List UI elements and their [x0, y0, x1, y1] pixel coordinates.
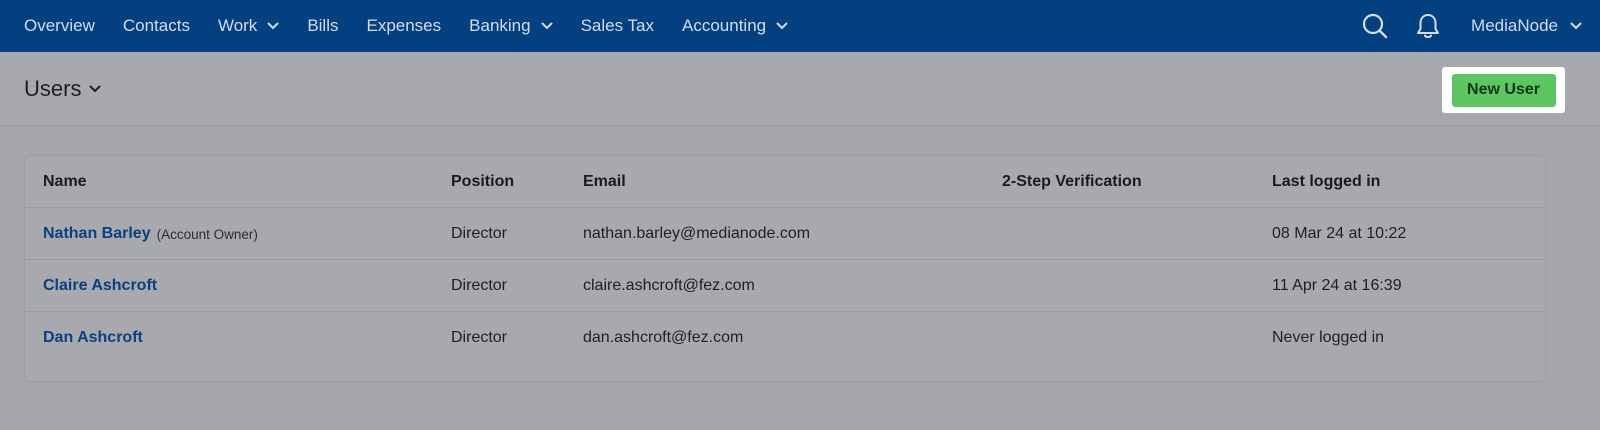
top-navigation: Overview Contacts Work Bills Expenses Ba…	[0, 0, 1600, 52]
user-position: Director	[451, 225, 508, 242]
account-label: MediaNode	[1471, 16, 1558, 35]
nav-item-sales-tax[interactable]: Sales Tax	[581, 16, 654, 36]
user-position: Director	[451, 329, 508, 346]
users-table: Name Position Email 2-Step Verification …	[24, 155, 1546, 382]
nav-item-label: Banking	[469, 16, 531, 35]
user-name-cell: Claire Ashcroft	[43, 260, 157, 312]
column-header-email[interactable]: Email	[583, 156, 626, 208]
column-header-position[interactable]: Position	[451, 156, 514, 208]
column-header-last-logged-in[interactable]: Last logged in	[1272, 156, 1380, 208]
user-last-logged-in: 08 Mar 24 at 10:22	[1272, 225, 1407, 242]
nav-item-banking[interactable]: Banking	[469, 16, 553, 36]
nav-item-work[interactable]: Work	[218, 16, 279, 36]
nav-item-label: Bills	[307, 16, 339, 35]
nav-item-accounting[interactable]: Accounting	[682, 16, 788, 36]
chevron-down-icon	[267, 22, 279, 30]
page-header: Users	[0, 52, 1600, 126]
account-owner-label: (Account Owner)	[156, 226, 258, 242]
chevron-down-icon	[89, 85, 101, 93]
user-name-cell: Dan Ashcroft	[43, 312, 143, 364]
nav-item-bills[interactable]: Bills	[307, 16, 338, 36]
nav-item-expenses[interactable]: Expenses	[366, 16, 441, 36]
nav-item-contacts[interactable]: Contacts	[123, 16, 190, 36]
page-title-dropdown[interactable]: Users	[24, 76, 101, 102]
nav-item-label: Work	[217, 16, 258, 35]
user-position: Director	[451, 277, 508, 294]
column-header-two-step[interactable]: 2-Step Verification	[1002, 156, 1142, 208]
account-menu[interactable]: MediaNode	[1471, 16, 1582, 36]
nav-item-label: Sales Tax	[580, 16, 654, 35]
chevron-down-icon	[776, 22, 788, 30]
user-name-cell: Nathan Barley (Account Owner)	[43, 208, 258, 260]
nav-item-label: Accounting	[682, 16, 767, 35]
user-name-link[interactable]: Dan Ashcroft	[43, 329, 143, 347]
user-name-link[interactable]: Claire Ashcroft	[43, 277, 157, 295]
nav-item-overview[interactable]: Overview	[24, 16, 95, 36]
new-user-highlight: New User	[1442, 67, 1565, 113]
user-email: dan.ashcroft@fez.com	[583, 329, 744, 346]
table-row[interactable]: Dan Ashcroft Director dan.ashcroft@fez.c…	[25, 312, 1545, 364]
user-email: nathan.barley@medianode.com	[583, 225, 811, 242]
search-icon[interactable]	[1361, 12, 1389, 40]
user-last-logged-in: 11 Apr 24 at 16:39	[1272, 277, 1402, 294]
chevron-down-icon	[1570, 22, 1582, 30]
nav-item-label: Overview	[24, 16, 95, 35]
new-user-button[interactable]: New User	[1451, 73, 1556, 107]
chevron-down-icon	[541, 22, 553, 30]
table-row[interactable]: Claire Ashcroft Director claire.ashcroft…	[25, 260, 1545, 312]
user-name-link[interactable]: Nathan Barley	[43, 225, 151, 243]
bell-icon[interactable]	[1415, 12, 1441, 40]
user-last-logged-in: Never logged in	[1272, 329, 1385, 346]
table-row[interactable]: Nathan Barley (Account Owner) Director n…	[25, 208, 1545, 260]
nav-item-label: Expenses	[366, 16, 442, 35]
column-header-name[interactable]: Name	[43, 156, 87, 208]
nav-item-label: Contacts	[122, 16, 190, 35]
table-header-row: Name Position Email 2-Step Verification …	[25, 156, 1545, 208]
user-email: claire.ashcroft@fez.com	[583, 277, 755, 294]
page-title: Users	[24, 76, 82, 101]
